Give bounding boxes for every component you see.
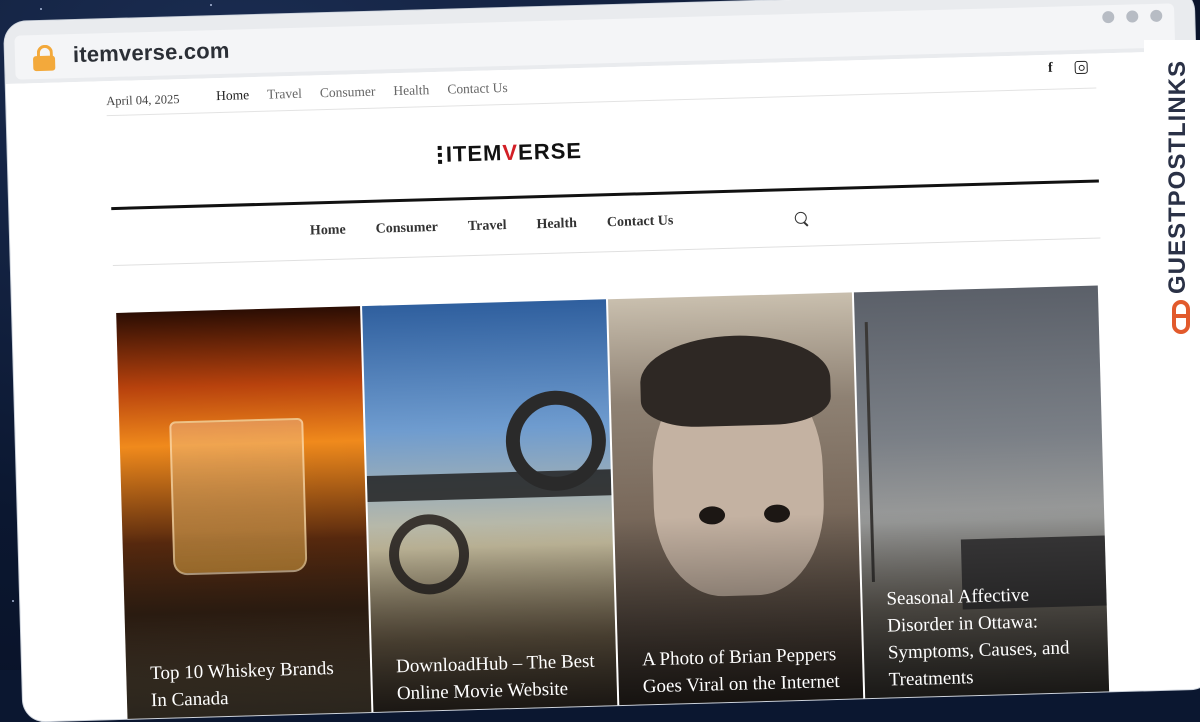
top-nav-travel[interactable]: Travel — [267, 86, 302, 103]
top-nav-health[interactable]: Health — [393, 82, 429, 99]
star — [12, 600, 14, 602]
main-nav-consumer[interactable]: Consumer — [375, 220, 438, 238]
logo-dots-icon — [437, 145, 443, 164]
featured-posts: Top 10 Whiskey Brands In Canada Download… — [116, 285, 1110, 722]
main-nav-health[interactable]: Health — [536, 216, 577, 233]
main-nav-travel[interactable]: Travel — [468, 218, 507, 235]
post-title[interactable]: Top 10 Whiskey Brands In Canada — [150, 654, 355, 714]
web-page: April 04, 2025 Home Travel Consumer Heal… — [5, 50, 1200, 722]
post-title[interactable]: A Photo of Brian Peppers Goes Viral on t… — [642, 641, 847, 701]
star — [40, 8, 42, 10]
post-title[interactable]: Seasonal Affective Disorder in Ottawa: S… — [886, 580, 1093, 694]
watermark-text: GUESTPOSTLINKS — [1164, 60, 1191, 295]
header-rule — [111, 179, 1099, 211]
window-dot[interactable] — [1150, 9, 1163, 22]
logo-text-1: ITEM — [445, 140, 503, 167]
post-card[interactable]: Top 10 Whiskey Brands In Canada — [116, 306, 372, 722]
main-nav-home[interactable]: Home — [310, 223, 346, 240]
lock-icon — [32, 44, 56, 72]
post-card[interactable]: A Photo of Brian Peppers Goes Viral on t… — [607, 292, 864, 720]
main-nav: Home Consumer Travel Health Contact Us — [310, 213, 674, 239]
main-nav-contact[interactable]: Contact Us — [607, 213, 674, 231]
window-dot[interactable] — [1126, 10, 1139, 23]
star — [210, 4, 212, 6]
social-links: f — [1048, 60, 1088, 77]
link-icon — [1172, 300, 1190, 334]
top-nav-consumer[interactable]: Consumer — [320, 84, 376, 102]
browser-window: itemverse.com April 04, 2025 Home Travel… — [4, 0, 1200, 722]
top-nav-home[interactable]: Home — [216, 87, 249, 104]
url-text[interactable]: itemverse.com — [73, 38, 230, 68]
top-nav: Home Travel Consumer Health Contact Us — [216, 80, 508, 104]
window-controls — [1102, 9, 1163, 24]
site-logo[interactable]: ITEM V ERSE — [437, 137, 583, 168]
facebook-icon[interactable]: f — [1048, 61, 1053, 77]
window-dot[interactable] — [1102, 10, 1115, 24]
post-card[interactable]: DownloadHub – The Best Online Movie Webs… — [362, 299, 618, 722]
search-icon[interactable] — [794, 211, 807, 224]
post-title[interactable]: DownloadHub – The Best Online Movie Webs… — [396, 648, 601, 708]
current-date: April 04, 2025 — [106, 92, 180, 109]
logo-text-2: ERSE — [517, 137, 583, 165]
top-nav-contact[interactable]: Contact Us — [447, 80, 508, 98]
nav-divider — [112, 237, 1101, 267]
logo-text-v: V — [502, 139, 519, 166]
portrait-hair — [639, 333, 832, 429]
post-card[interactable]: Seasonal Affective Disorder in Ottawa: S… — [853, 285, 1110, 713]
instagram-icon[interactable] — [1074, 60, 1088, 75]
